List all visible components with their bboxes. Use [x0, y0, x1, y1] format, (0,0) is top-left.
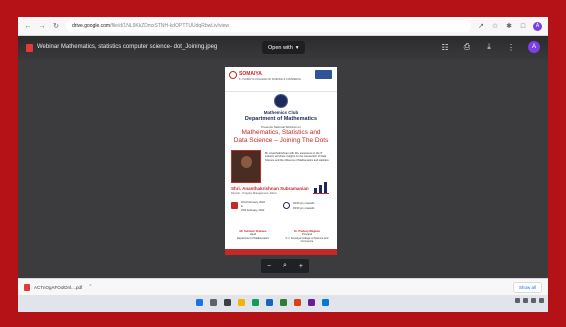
zoom-search-icon[interactable]: ⌕ — [283, 262, 287, 270]
speaker-name: Shri. Ananthakrishnan Subramanian — [231, 186, 309, 191]
reload-icon[interactable]: ↻ — [52, 22, 60, 30]
task-view-icon[interactable] — [224, 299, 231, 306]
powerpoint-icon[interactable] — [294, 299, 301, 306]
drive-file-viewer: Webinar Mathematics, statistics computer… — [18, 36, 548, 278]
zoom-out-button[interactable]: − — [267, 263, 271, 270]
event-time-2: 03:00 pm onwards — [293, 207, 315, 210]
event-date-2: 23rd February, 2022 — [241, 209, 265, 212]
wifi-icon[interactable] — [523, 298, 528, 303]
search-icon[interactable] — [210, 299, 217, 306]
poster-department: Department of Mathematics — [244, 116, 318, 122]
poster-org-name: SOMAIYA — [239, 71, 262, 77]
webinar-poster-image: SOMAIYA K J SOMAIYA COLLEGE OF SCIENCE &… — [225, 67, 337, 255]
math-club-emblem-icon — [274, 94, 288, 108]
download-icon[interactable]: ⤓ — [484, 42, 494, 52]
edge-icon[interactable] — [322, 299, 329, 306]
chevron-up-icon[interactable]: ⌃ — [88, 284, 92, 290]
clock-icon — [283, 202, 290, 209]
poster-footer-bar — [225, 249, 337, 255]
volume-icon[interactable] — [531, 298, 536, 303]
signatory-1: Mr. Subhash Shahane Head Department of M… — [229, 230, 277, 240]
star-icon[interactable]: ☆ — [491, 22, 499, 30]
poster-title-line1: Mathematics, Statistics and — [241, 129, 321, 136]
chrome-icon[interactable] — [252, 299, 259, 306]
more-options-icon[interactable]: ⋮ — [506, 43, 516, 52]
event-times: 03:00 pm onwards 03:00 pm onwards — [293, 201, 314, 211]
speaker-role: Director - Program Management, Zebra — [231, 192, 277, 195]
start-icon[interactable] — [196, 299, 203, 306]
url-path: /file/d/1NL9KkZDmxSTNH-kdOPTTUUdqRbwLiv/… — [110, 23, 229, 29]
poster-title-line2: Data Science – Joining The Dots — [233, 137, 329, 144]
open-with-label: Open with — [268, 44, 293, 51]
address-bar[interactable]: drive.google.com/file/d/1NL9KkZDmxSTNH-k… — [66, 20, 471, 32]
poster-header: SOMAIYA K J SOMAIYA COLLEGE OF SCIENCE &… — [225, 67, 337, 92]
url-host: drive.google.com — [72, 23, 111, 29]
system-tray — [515, 298, 544, 303]
file-explorer-icon[interactable] — [238, 299, 245, 306]
speaker-photo — [231, 150, 261, 183]
share-icon[interactable]: ↗ — [477, 22, 485, 30]
browser-toolbar: ← → ↻ drive.google.com/file/d/1NL9KkZDmx… — [18, 17, 548, 36]
account-avatar[interactable]: A — [528, 41, 540, 53]
signatory-1-dept: Department of Mathematics — [237, 236, 269, 240]
event-details: 22nd February, 2022 & 23rd February, 202… — [231, 200, 331, 222]
forward-icon[interactable]: → — [38, 23, 46, 30]
signatory-2: Dr. Pradeep Waghela Principal K.J. Somai… — [283, 230, 331, 244]
somaiya-logo-icon — [229, 71, 237, 79]
chevron-down-icon: ▾ — [295, 44, 299, 51]
word-icon[interactable] — [266, 299, 273, 306]
image-file-icon — [26, 44, 33, 52]
download-item-name[interactable]: ACTnOgAFOolDnl....pdf — [34, 285, 82, 290]
zoom-controls: − ⌕ + — [261, 259, 309, 273]
partner-logo-icon — [315, 70, 332, 79]
windows-taskbar — [18, 295, 548, 312]
browser-window: ← → ↻ drive.google.com/file/d/1NL9KkZDmx… — [18, 17, 548, 312]
profile-avatar[interactable]: A — [533, 21, 542, 31]
add-shortcut-icon[interactable]: ☷ — [440, 43, 450, 52]
viewer-header: Webinar Mathematics, statistics computer… — [18, 36, 548, 60]
open-with-button[interactable]: Open with ▾ — [262, 41, 305, 54]
event-date-1: 22nd February, 2022 — [241, 201, 265, 204]
extensions-icon[interactable]: ✱ — [505, 22, 513, 30]
pdf-file-icon — [24, 283, 30, 291]
show-all-button[interactable]: Show all — [512, 281, 542, 293]
calendar-icon — [231, 202, 238, 209]
chevron-up-tray-icon[interactable] — [515, 298, 520, 303]
event-dates: 22nd February, 2022 & 23rd February, 202… — [241, 201, 265, 213]
excel-icon[interactable] — [280, 299, 287, 306]
zoom-in-button[interactable]: + — [299, 263, 303, 270]
file-name: Webinar Mathematics, statistics computer… — [37, 44, 218, 50]
bar-chart-icon — [313, 182, 329, 194]
teams-icon[interactable] — [308, 299, 315, 306]
print-icon[interactable]: ⎙ — [462, 42, 472, 52]
poster-org-sub: K J SOMAIYA COLLEGE OF SCIENCE & COMMERC… — [239, 78, 301, 81]
battery-icon[interactable] — [539, 298, 544, 303]
back-icon[interactable]: ← — [24, 23, 32, 30]
signatory-2-org: K.J. Somaiya College of Science and Comm… — [285, 236, 329, 244]
poster-club: Mathemics Club — [263, 110, 299, 115]
speaker-face — [241, 156, 252, 168]
sidepanel-icon[interactable]: □ — [519, 23, 527, 30]
speaker-bio: Mr. Ananthakrishnan with 18+ experience … — [265, 152, 330, 162]
downloads-bar: ACTnOgAFOolDnl....pdf ⌃ Show all — [18, 278, 548, 295]
